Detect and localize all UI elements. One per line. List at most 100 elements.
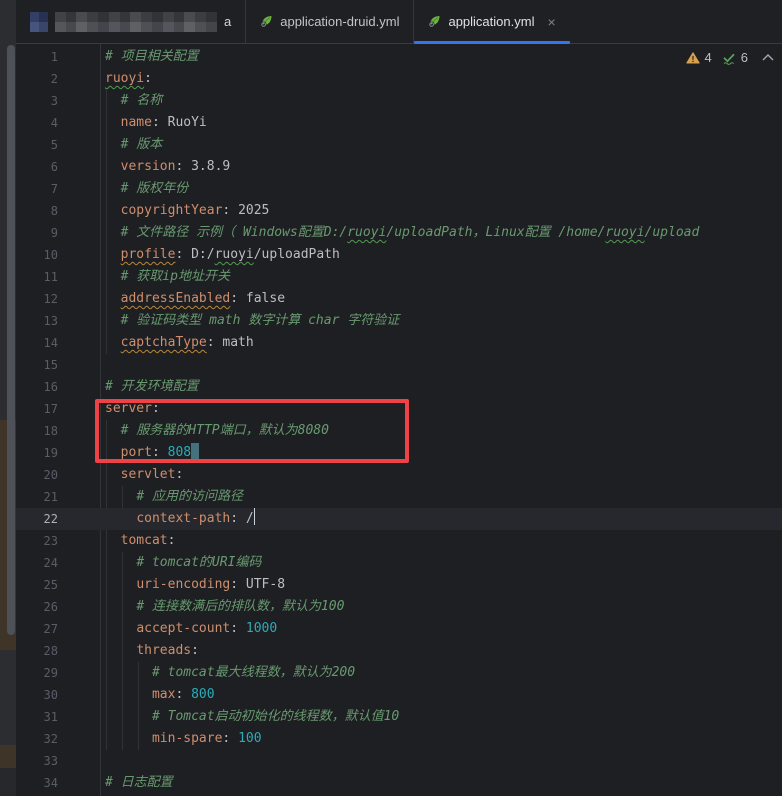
code-line[interactable]: 23 tomcat:	[16, 530, 782, 552]
line-number: 1	[50, 50, 58, 64]
line-number: 6	[50, 160, 58, 174]
code-line[interactable]: 4 name: RuoYi	[16, 112, 782, 134]
line-number: 19	[43, 446, 58, 460]
code-line[interactable]: 8 copyrightYear: 2025	[16, 200, 782, 222]
line-code: uri-encoding: UTF-8	[136, 577, 286, 592]
line-code: # 项目相关配置	[105, 49, 199, 64]
tab-label: application.yml	[448, 14, 535, 29]
line-code: port: 808	[105, 442, 200, 464]
line-number: 4	[50, 116, 58, 130]
code-line[interactable]: 14 captchaType: math	[16, 332, 782, 354]
code-line[interactable]: 22 context-path: /	[16, 508, 782, 530]
line-code: # 版本	[120, 137, 163, 152]
line-number: 30	[43, 688, 58, 702]
text-caret	[253, 508, 256, 525]
typo-check-icon	[723, 53, 735, 65]
line-code: # 文件路径 示例（ Windows配置D:/ruoyi/uploadPath，…	[120, 225, 700, 240]
code-line[interactable]: 24 # tomcat的URI编码	[16, 552, 782, 574]
line-number: 26	[43, 600, 58, 614]
line-code: tomcat:	[120, 533, 176, 548]
code-editor[interactable]: 1 # 项目相关配置 2 ruoyi: 3 # 名称 4 name: RuoYi 5 # 版…	[16, 44, 782, 796]
code-line[interactable]: 17 server:	[16, 398, 782, 420]
line-code: captchaType: math	[120, 335, 254, 350]
line-number: 28	[43, 644, 58, 658]
censored-file-icon	[30, 11, 48, 32]
code-line[interactable]: 18 # 服务器的HTTP端口，默认为8080	[16, 420, 782, 442]
line-code: # tomcat最大线程数，默认为200	[151, 665, 356, 680]
code-line[interactable]: 21 # 应用的访问路径	[16, 486, 782, 508]
spring-boot-icon	[260, 16, 272, 28]
tab-application-druid-yml[interactable]: application-druid.yml	[246, 0, 415, 43]
tab-application-yml[interactable]: application.yml ×	[414, 0, 570, 44]
code-line[interactable]: 1 # 项目相关配置	[16, 46, 782, 68]
line-code: name: RuoYi	[120, 115, 207, 130]
line-code: profile: D:/ruoyi/uploadPath	[120, 247, 340, 262]
typo-count: 6	[740, 50, 748, 65]
line-code: # 验证码类型 math 数字计算 char 字符验证	[120, 313, 400, 328]
line-code: ruoyi:	[105, 71, 152, 86]
code-line[interactable]: 6 version: 3.8.9	[16, 156, 782, 178]
warning-count: 4	[704, 50, 712, 65]
line-number: 7	[50, 182, 58, 196]
ide-window: a application-druid.yml application.yml …	[0, 0, 782, 796]
code-line[interactable]: 12 addressEnabled: false	[16, 288, 782, 310]
code-line[interactable]: 31 # Tomcat启动初始化的线程数，默认值10	[16, 706, 782, 728]
code-line[interactable]: 2 ruoyi:	[16, 68, 782, 90]
left-panel-sliver	[0, 0, 16, 796]
panel-item-fragment	[0, 745, 16, 768]
code-lines: 1 # 项目相关配置 2 ruoyi: 3 # 名称 4 name: RuoYi 5 # 版…	[16, 46, 782, 794]
line-code: # tomcat的URI编码	[136, 555, 262, 570]
line-code: # 获取ip地址开关	[120, 269, 230, 284]
code-line[interactable]: 9 # 文件路径 示例（ Windows配置D:/ruoyi/uploadPat…	[16, 222, 782, 244]
line-number: 8	[50, 204, 58, 218]
line-number: 9	[50, 226, 58, 240]
line-code: accept-count: 1000	[136, 621, 278, 636]
line-number: 23	[43, 534, 58, 548]
code-line[interactable]: 28 threads:	[16, 640, 782, 662]
line-number: 25	[43, 578, 58, 592]
code-line[interactable]: 10 profile: D:/ruoyi/uploadPath	[16, 244, 782, 266]
code-line[interactable]: 26 # 连接数满后的排队数，默认为100	[16, 596, 782, 618]
line-number: 22	[43, 512, 58, 526]
chevron-up-icon[interactable]	[762, 54, 774, 61]
line-number: 18	[43, 424, 58, 438]
code-line[interactable]: 5 # 版本	[16, 134, 782, 156]
code-line[interactable]: 27 accept-count: 1000	[16, 618, 782, 640]
code-line[interactable]: 25 uri-encoding: UTF-8	[16, 574, 782, 596]
code-line[interactable]: 20 servlet:	[16, 464, 782, 486]
line-number: 12	[43, 292, 58, 306]
line-number: 27	[43, 622, 58, 636]
line-code: # 应用的访问路径	[136, 489, 243, 504]
spring-boot-icon	[429, 16, 440, 28]
code-line[interactable]: 19 port: 808	[16, 442, 782, 464]
line-code: # 开发环境配置	[105, 379, 199, 394]
code-line[interactable]: 30 max: 800	[16, 684, 782, 706]
line-number: 21	[43, 490, 58, 504]
line-number: 31	[43, 710, 58, 724]
code-line[interactable]: 34 # 日志配置	[16, 772, 782, 794]
line-number: 10	[43, 248, 58, 262]
censored-tab-title	[55, 11, 217, 32]
line-code: version: 3.8.9	[120, 159, 231, 174]
line-number: 3	[50, 94, 58, 108]
line-code: # 版权年份	[120, 181, 189, 196]
code-line[interactable]: 33	[16, 750, 782, 772]
inspections-widget[interactable]: 4 6	[685, 50, 774, 65]
code-line[interactable]: 13 # 验证码类型 math 数字计算 char 字符验证	[16, 310, 782, 332]
tab-censored[interactable]: a	[16, 0, 247, 43]
tab-label: application-druid.yml	[280, 14, 400, 29]
line-number: 24	[43, 556, 58, 570]
line-code: copyrightYear: 2025	[120, 203, 270, 218]
code-line[interactable]: 3 # 名称	[16, 90, 782, 112]
code-line[interactable]: 15	[16, 354, 782, 376]
panel-scrollbar[interactable]	[7, 45, 15, 635]
line-code: # 连接数满后的排队数，默认为100	[136, 599, 345, 614]
code-line[interactable]: 7 # 版权年份	[16, 178, 782, 200]
tab-close-icon[interactable]: ×	[547, 15, 555, 29]
code-line[interactable]: 11 # 获取ip地址开关	[16, 266, 782, 288]
line-code: # 日志配置	[105, 775, 173, 790]
code-line[interactable]: 16 # 开发环境配置	[16, 376, 782, 398]
line-code: servlet:	[120, 467, 184, 482]
code-line[interactable]: 29 # tomcat最大线程数，默认为200	[16, 662, 782, 684]
code-line[interactable]: 32 min-spare: 100	[16, 728, 782, 750]
